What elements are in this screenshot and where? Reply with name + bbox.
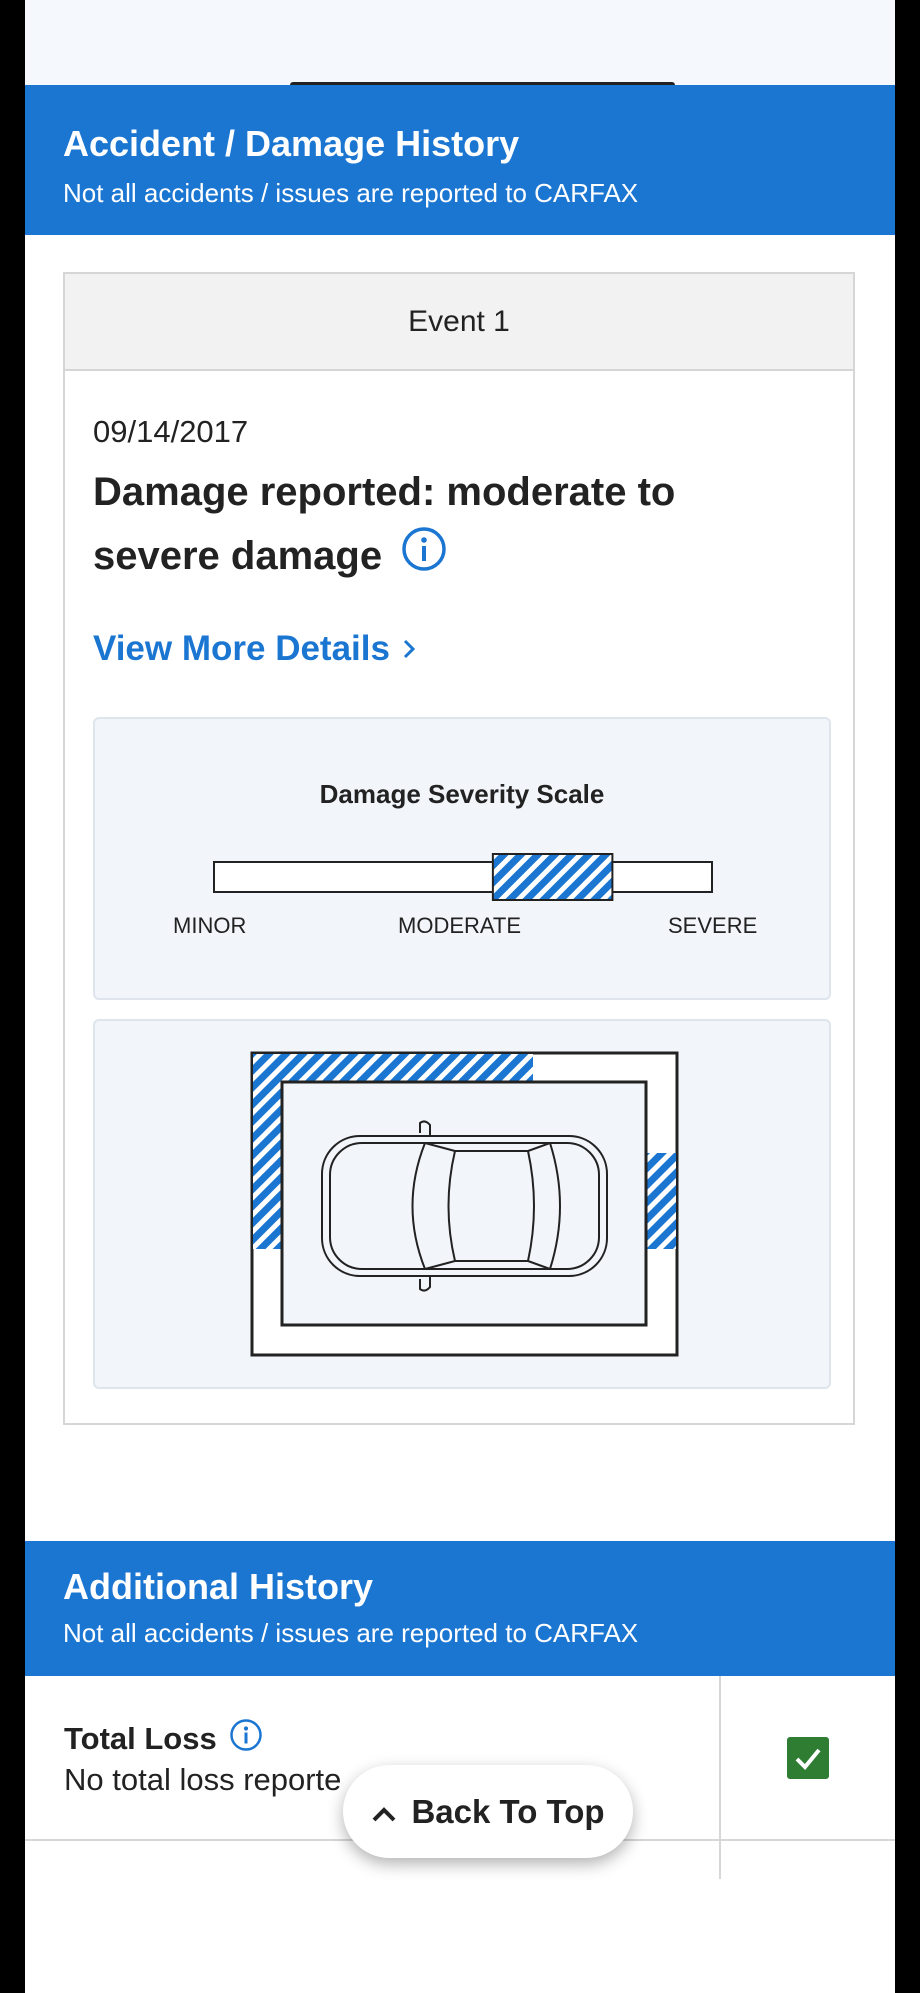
damage-zone-left: [253, 1081, 283, 1249]
event-card: Event 1 09/14/2017 Damage reported: mode…: [63, 272, 855, 1425]
scale-track: [213, 861, 713, 893]
chevron-right-icon: [402, 629, 416, 669]
event-headline-text: Damage reported: moderate to severe dama…: [93, 470, 676, 578]
info-icon[interactable]: [401, 526, 447, 591]
damage-zone-right: [646, 1153, 676, 1249]
total-loss-title-wrap: Total Loss: [64, 1718, 263, 1760]
additional-history-title: Additional History: [63, 1566, 374, 1607]
damage-diagram-panel: [93, 1019, 831, 1389]
event-header: Event 1: [65, 274, 853, 371]
chevron-up-icon: [371, 1793, 397, 1831]
accident-history-subtitle: Not all accidents / issues are reported …: [63, 178, 639, 208]
scale-label-minor: MINOR: [173, 913, 247, 938]
additional-history-header: Additional History Not all accidents / i…: [25, 1541, 895, 1676]
total-loss-status: No total loss reporte: [64, 1762, 342, 1797]
report-page: Accident / Damage History Not all accide…: [25, 0, 895, 1993]
event-date: 09/14/2017: [93, 414, 249, 449]
back-to-top-label: Back To Top: [411, 1792, 605, 1830]
scale-label-moderate: MODERATE: [398, 913, 522, 938]
severity-scale-title: Damage Severity Scale: [319, 779, 605, 809]
severity-scale-bar: [213, 853, 713, 901]
car-top-view-icon: [250, 1051, 679, 1357]
scale-label-severe: SEVERE: [668, 913, 758, 938]
column-divider: [719, 1676, 721, 1879]
top-bar: [25, 0, 895, 88]
total-loss-title: Total Loss: [64, 1721, 217, 1756]
event-headline: Damage reported: moderate to severe dama…: [93, 460, 813, 591]
scale-highlight: [491, 853, 614, 901]
view-more-details-label: View More Details: [93, 629, 390, 668]
accident-history-header: Accident / Damage History Not all accide…: [25, 85, 895, 235]
accident-history-title: Accident / Damage History: [63, 123, 520, 164]
footer-area: [25, 1880, 895, 1993]
view-more-details-link[interactable]: View More Details: [93, 629, 416, 669]
severity-scale-panel: Damage Severity Scale MINOR MODERATE SEV…: [93, 717, 831, 1000]
additional-history-subtitle: Not all accidents / issues are reported …: [63, 1618, 639, 1648]
back-to-top-button[interactable]: Back To Top: [343, 1765, 633, 1858]
check-icon: [787, 1737, 829, 1779]
info-icon[interactable]: [229, 1718, 263, 1760]
damage-zone-front: [253, 1054, 533, 1081]
